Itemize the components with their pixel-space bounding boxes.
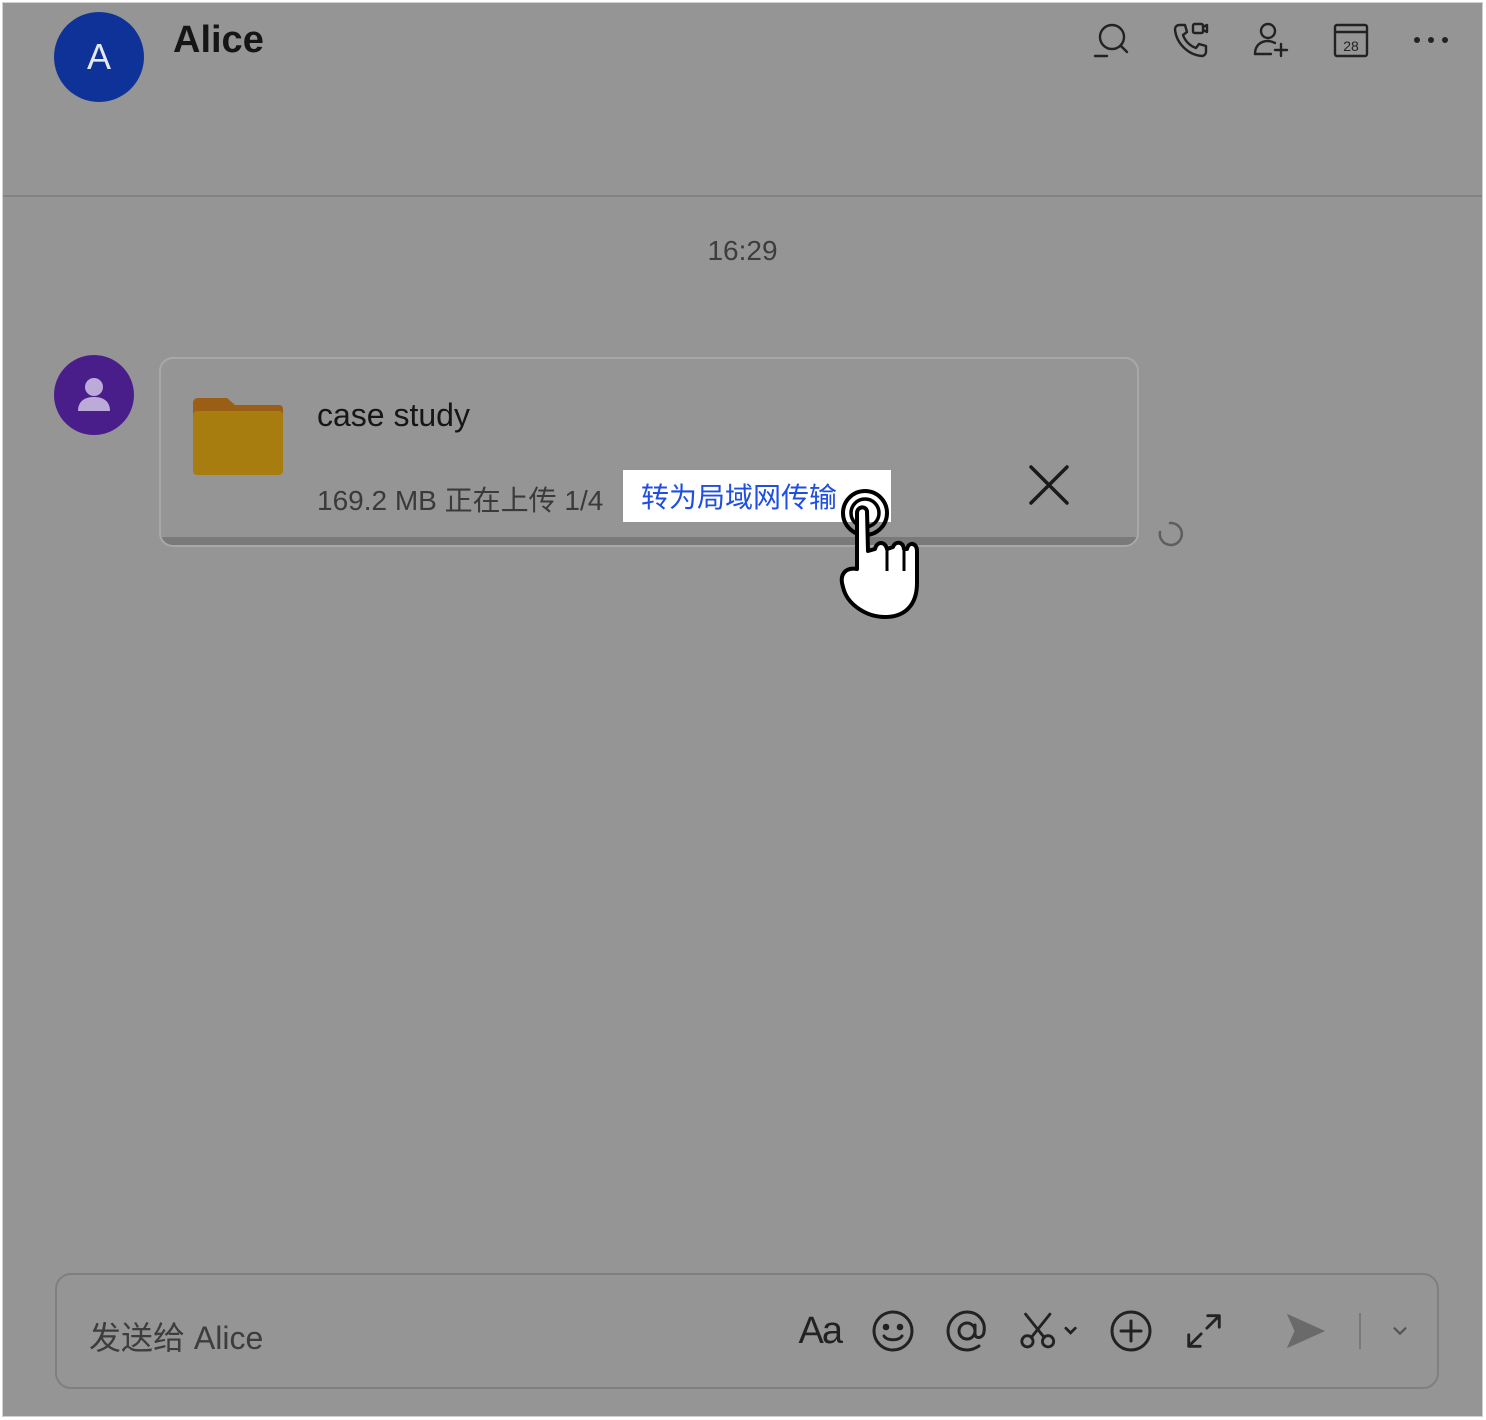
- more-icon[interactable]: [1410, 17, 1452, 63]
- emoji-icon[interactable]: [871, 1305, 915, 1357]
- file-name: case study: [317, 397, 470, 433]
- contact-avatar[interactable]: A: [54, 12, 144, 102]
- hand-pointer-cursor-icon: [839, 489, 919, 619]
- screenshot-scissors-icon[interactable]: [1019, 1305, 1079, 1357]
- user-icon: [78, 378, 110, 411]
- calendar-icon[interactable]: 28: [1330, 17, 1372, 63]
- file-upload-status: 169.2 MB 正在上传 1/4: [317, 485, 604, 516]
- message-composer[interactable]: 发送给 Alice Aa: [55, 1273, 1439, 1389]
- header-toolbar: 28: [1090, 17, 1452, 63]
- text-format-icon[interactable]: Aa: [799, 1305, 844, 1357]
- message-input[interactable]: 发送给 Alice: [89, 1313, 263, 1359]
- sender-avatar[interactable]: [54, 355, 134, 435]
- chat-header: A Alice 28: [3, 3, 1482, 197]
- add-user-icon[interactable]: [1250, 17, 1292, 63]
- expand-icon[interactable]: [1183, 1305, 1225, 1357]
- avatar-letter: A: [86, 36, 111, 77]
- toolbar-divider: [1359, 1313, 1361, 1349]
- cancel-upload-icon[interactable]: [1027, 463, 1071, 507]
- svg-text:28: 28: [1343, 38, 1359, 54]
- phone-video-icon[interactable]: [1170, 17, 1212, 63]
- chat-window: A Alice 28 16:29 case study 169.2 MB 正在上…: [2, 2, 1483, 1417]
- add-icon[interactable]: [1109, 1305, 1153, 1357]
- upload-progress-bar: [161, 537, 1137, 545]
- mention-icon[interactable]: [945, 1305, 989, 1357]
- composer-toolbar: Aa: [799, 1305, 1409, 1357]
- contact-name[interactable]: Alice: [173, 19, 264, 62]
- message-timestamp: 16:29: [707, 235, 778, 266]
- chevron-down-icon[interactable]: [1391, 1305, 1409, 1357]
- folder-icon: [193, 398, 283, 475]
- send-icon[interactable]: [1283, 1305, 1329, 1357]
- search-icon[interactable]: [1090, 17, 1132, 63]
- loading-spinner-icon: [1158, 521, 1184, 547]
